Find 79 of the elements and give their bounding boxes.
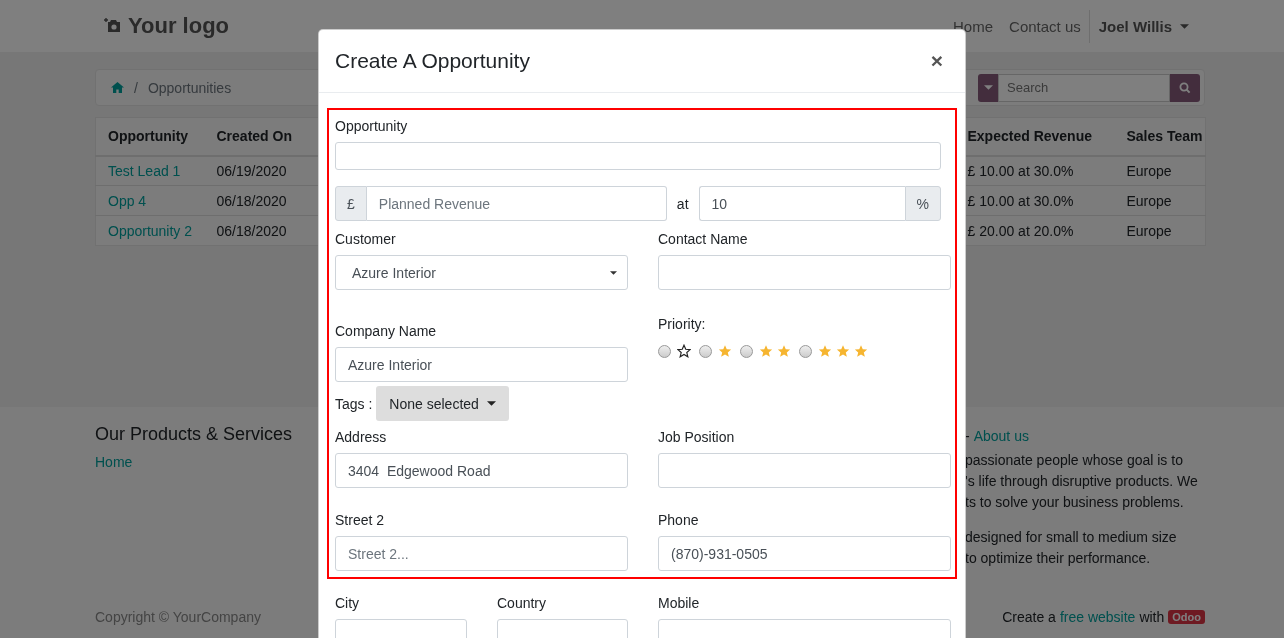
nav-link[interactable]: Contact us: [1001, 17, 1089, 35]
filter-dropdown-button[interactable]: [978, 73, 998, 102]
caret-icon: [1180, 23, 1189, 29]
caret-icon: [983, 85, 993, 90]
filled-star-icon: [718, 344, 732, 358]
table-cell: 06/19/2020: [204, 155, 318, 186]
breadcrumb-current: Opportunities: [147, 79, 232, 96]
input-field[interactable]: Planned Revenue: [366, 186, 667, 221]
search-icon: [1179, 81, 1191, 94]
priority-radio[interactable]: [740, 344, 753, 358]
field-label: Opportunity: [335, 118, 409, 134]
filled-star-icon: [759, 344, 773, 358]
field-label: Contact Name: [658, 231, 749, 247]
filled-star-icon: [777, 344, 791, 358]
field-label: Street 2: [335, 512, 386, 528]
field-label: Mobile: [658, 595, 701, 611]
brand-badge: Odoo: [1168, 610, 1205, 624]
credit-text: Create a: [1002, 609, 1056, 625]
filled-star-icon: [836, 344, 850, 358]
breadcrumb-separator: /: [134, 79, 138, 96]
user-menu[interactable]: Joel Willis: [1088, 9, 1197, 43]
about-link[interactable]: About us: [973, 428, 1029, 444]
footer-title: Our Products & Services: [95, 424, 293, 445]
modal-title: Create A Opportunity: [335, 49, 530, 73]
field-label: Job Position: [658, 429, 736, 445]
opportunity-link[interactable]: Opportunity 2: [108, 222, 193, 239]
search-field[interactable]: Search: [998, 73, 1170, 102]
input-field[interactable]: Street 2...: [335, 536, 628, 571]
opportunity-link[interactable]: Test Lead 1: [108, 162, 181, 179]
input-field[interactable]: Azure Interior: [335, 347, 628, 382]
select-field[interactable]: Azure Interior: [335, 255, 628, 290]
credit-text: with: [1139, 609, 1165, 625]
input-field[interactable]: [658, 255, 951, 290]
home-icon[interactable]: [111, 82, 124, 93]
field-label: Phone: [658, 512, 700, 528]
input-field[interactable]: (870)-931-0505: [658, 536, 951, 571]
credit-link[interactable]: free website: [1059, 609, 1136, 625]
footer-text: passionate people whose goal is to: [965, 451, 1184, 470]
search-button[interactable]: [1170, 73, 1200, 102]
table-cell: Europe: [1114, 185, 1206, 216]
empty-star-icon: [677, 344, 691, 358]
column-header: Sales Team: [1114, 117, 1206, 156]
camera-icon: [104, 18, 122, 34]
currency-addon: £: [335, 186, 367, 221]
field-label: Country: [497, 595, 548, 611]
footer-text: to optimize their performance.: [965, 549, 1152, 568]
priority-radio[interactable]: [699, 344, 712, 358]
filled-star-icon: [818, 344, 832, 358]
percent-addon: %: [904, 186, 941, 221]
at-text: at: [676, 195, 689, 212]
opportunity-link[interactable]: Opp 4: [108, 192, 147, 209]
field-label: Priority:: [658, 316, 707, 332]
footer-text: ts to solve your business problems.: [965, 493, 1185, 512]
field-label: Address: [335, 429, 388, 445]
footer-text: 's life through disruptive products. We: [965, 472, 1199, 491]
input-field[interactable]: 10: [698, 186, 905, 221]
column-header: Opportunity: [95, 117, 205, 156]
field-label: Customer: [335, 231, 397, 247]
table-cell: Europe: [1114, 215, 1206, 246]
priority-radio[interactable]: [658, 344, 671, 358]
logo-text: Your logo: [128, 13, 230, 39]
table-cell: 06/18/2020: [204, 185, 318, 216]
footer-text: designed for small to medium size: [965, 528, 1178, 547]
input-field[interactable]: [658, 453, 951, 488]
table-cell: Europe: [1114, 155, 1206, 186]
field-label: Company Name: [335, 323, 438, 339]
footer-text: -: [965, 428, 970, 444]
table-cell: 06/18/2020: [204, 215, 318, 246]
close-button[interactable]: ×: [924, 49, 949, 73]
input-field[interactable]: 3404 Edgewood Road: [335, 453, 628, 488]
footer-link[interactable]: Home: [95, 454, 133, 470]
caret-icon: [610, 270, 617, 275]
filled-star-icon: [854, 344, 868, 358]
input-field[interactable]: [335, 142, 941, 170]
copyright-text: Copyright © YourCompany: [95, 609, 261, 625]
field-label: City: [335, 595, 361, 611]
tags-dropdown-button[interactable]: None selected: [376, 386, 509, 421]
field-label: Tags :: [335, 395, 373, 412]
priority-radio[interactable]: [799, 344, 812, 358]
